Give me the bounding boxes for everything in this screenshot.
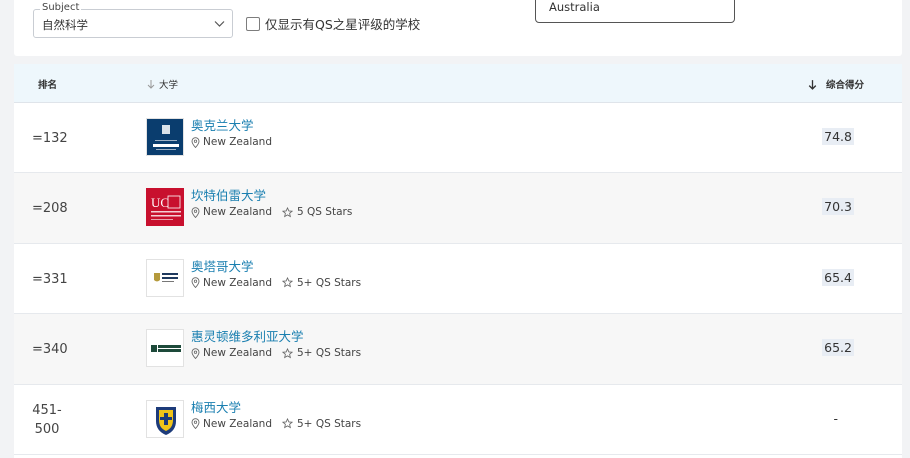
table-row: =331 奥塔哥大学 New Zealand 5+ QS Stars 65.4 (14, 244, 902, 315)
university-logo[interactable] (146, 329, 184, 368)
header-rank[interactable]: 排名 (38, 77, 57, 91)
ranking-table: 排名 大学 综合得分 =132 奥克兰大学 New Zealand 74.8 =… (14, 64, 902, 458)
overall-score: - (833, 410, 838, 426)
location-option[interactable]: Australia (549, 0, 600, 14)
university-meta: New Zealand 5 QS Stars (191, 206, 352, 218)
star-icon (282, 206, 293, 218)
rank-value: =340 (32, 342, 68, 358)
header-university[interactable]: 大学 (146, 77, 178, 91)
rank-value: =331 (32, 271, 68, 287)
table-row: 451- 500 梅西大学 New Zealand 5+ QS Stars - (14, 385, 902, 455)
subject-select[interactable]: Subject 自然科学 (33, 2, 233, 38)
university-meta: New Zealand 5+ QS Stars (191, 277, 361, 289)
location-pin-icon (191, 347, 200, 359)
country-label: New Zealand (203, 417, 272, 430)
university-name[interactable]: 梅西大学 (191, 397, 241, 416)
qs-stars-label: 5+ QS Stars (297, 417, 362, 430)
country-label: New Zealand (203, 347, 272, 360)
sort-arrow-icon (808, 79, 817, 90)
qs-stars-checkbox[interactable] (246, 16, 260, 31)
location-pin-icon (191, 136, 200, 148)
qs-stars-checkbox-label: 仅显示有QS之星评级的学校 (265, 17, 421, 32)
subject-value: 自然科学 (42, 18, 88, 32)
location-pin-icon (191, 277, 200, 289)
university-meta: New Zealand 5+ QS Stars (191, 347, 361, 359)
table-row: =208 UC 坎特伯雷大学 New Zealand 5 QS Stars 70… (14, 173, 902, 244)
qs-stars-label: 5+ QS Stars (297, 276, 362, 289)
country-label: New Zealand (203, 276, 272, 289)
university-meta: New Zealand 5+ QS Stars (191, 418, 361, 430)
qs-stars-label: 5 QS Stars (297, 206, 353, 219)
subject-legend: Subject (40, 2, 82, 14)
university-name[interactable]: 奥克兰大学 (191, 115, 254, 134)
rank-value: =132 (32, 131, 68, 146)
header-score[interactable]: 综合得分 (807, 77, 864, 91)
header-university-label: 大学 (159, 80, 179, 91)
star-icon (282, 277, 293, 288)
location-dropdown-popup: Australia (535, 0, 735, 23)
overall-score: 70.3 (822, 198, 854, 216)
university-logo[interactable] (146, 258, 184, 297)
table-row: =340 惠灵顿维多利亚大学 New Zealand 5+ QS Stars 6… (14, 314, 902, 385)
star-icon (282, 347, 293, 359)
header-rank-label: 排名 (38, 80, 58, 91)
university-meta: New Zealand (191, 136, 272, 148)
overall-score: 74.8 (822, 128, 854, 145)
svg-text:UC: UC (151, 195, 169, 210)
overall-score: 65.4 (822, 268, 854, 286)
university-name[interactable]: 惠灵顿维多利亚大学 (191, 326, 304, 345)
sort-arrow-icon (147, 80, 155, 89)
country-label: New Zealand (203, 136, 272, 148)
filter-bar: Subject 自然科学 仅显示有QS之星评级的学校 Australia (14, 0, 902, 56)
rank-value: =208 (32, 201, 68, 217)
university-logo[interactable] (146, 399, 184, 438)
star-icon (282, 418, 293, 429)
university-name[interactable]: 坎特伯雷大学 (191, 185, 266, 204)
qs-stars-filter[interactable]: 仅显示有QS之星评级的学校 (246, 14, 420, 33)
location-pin-icon (191, 418, 200, 430)
country-label: New Zealand (203, 206, 272, 219)
university-name[interactable]: 奥塔哥大学 (191, 256, 254, 275)
university-logo[interactable] (146, 118, 184, 156)
header-score-label: 综合得分 (825, 80, 864, 91)
qs-stars-label: 5+ QS Stars (297, 347, 362, 360)
table-row: =132 奥克兰大学 New Zealand 74.8 (14, 103, 902, 174)
table-header: 排名 大学 综合得分 (14, 64, 902, 103)
rank-value: 451- 500 (32, 402, 62, 437)
location-pin-icon (191, 207, 200, 218)
overall-score: 65.2 (822, 339, 854, 357)
university-logo[interactable]: UC (146, 188, 184, 227)
chevron-down-icon (214, 21, 225, 27)
